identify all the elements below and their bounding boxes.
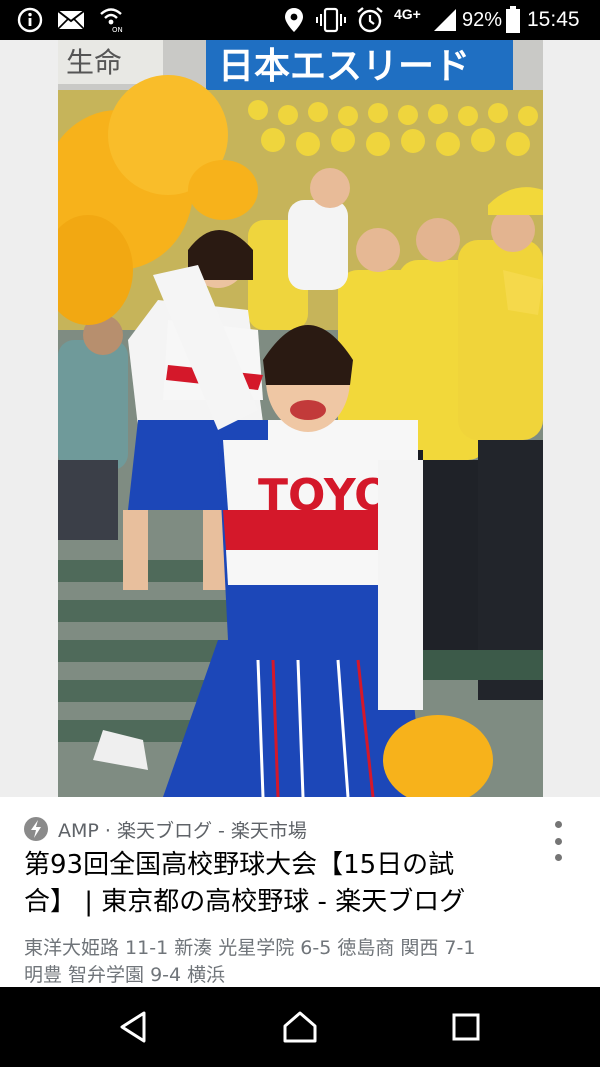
vibrate-icon bbox=[315, 0, 347, 40]
home-icon[interactable] bbox=[260, 987, 340, 1067]
amp-icon bbox=[24, 817, 48, 841]
battery-icon bbox=[504, 0, 522, 40]
info-icon bbox=[16, 0, 44, 40]
more-vert-icon[interactable] bbox=[546, 821, 570, 861]
image-result-area: 生命 日本エスリード TOYO bbox=[0, 40, 600, 797]
result-title-line1: 第93回全国高校野球大会【15日の試 bbox=[24, 850, 455, 880]
result-source[interactable]: AMP · 楽天ブログ - 楽天市場 bbox=[24, 815, 307, 843]
result-image[interactable]: 生命 日本エスリード TOYO bbox=[58, 40, 543, 797]
result-snippet-line1: 東洋大姫路 11-1 新湊 光星学院 6-5 徳島商 関西 7-1 bbox=[24, 937, 476, 959]
alarm-icon bbox=[356, 0, 384, 40]
search-result-card[interactable]: AMP · 楽天ブログ - 楽天市場 第93回全国高校野球大会【15日の試 合】… bbox=[0, 797, 600, 987]
result-title[interactable]: 第93回全国高校野球大会【15日の試 合】 | 東京都の高校野球 - 楽天ブログ bbox=[24, 847, 544, 921]
network-type: 4G+ bbox=[394, 6, 421, 22]
svg-text:ON: ON bbox=[112, 26, 123, 34]
back-icon[interactable] bbox=[94, 987, 174, 1067]
side-sign-text: 生命 bbox=[66, 46, 122, 79]
banner-text: 日本エスリード bbox=[218, 46, 470, 87]
battery-percent: 92% bbox=[462, 9, 503, 31]
signal-icon bbox=[432, 0, 458, 40]
status-bar: ON 4G+ 92% 15:45 bbox=[0, 0, 600, 40]
source-text: AMP · 楽天ブログ - 楽天市場 bbox=[58, 819, 307, 842]
result-snippet: 東洋大姫路 11-1 新湊 光星学院 6-5 徳島商 関西 7-1 明豊 智弁学… bbox=[24, 935, 564, 987]
location-icon bbox=[283, 0, 305, 40]
clock: 15:45 bbox=[527, 8, 580, 31]
recents-icon[interactable] bbox=[426, 987, 506, 1067]
wifi-calling-icon: ON bbox=[98, 0, 126, 40]
uniform-text: TOYO bbox=[258, 470, 392, 521]
result-title-line2: 合】 | 東京都の高校野球 - 楽天ブログ bbox=[24, 887, 466, 917]
navigation-bar bbox=[0, 987, 600, 1067]
mail-icon bbox=[56, 0, 86, 40]
result-snippet-line2: 明豊 智弁学園 9-4 横浜 bbox=[24, 964, 226, 986]
cheerleader-photo: 生命 日本エスリード TOYO bbox=[58, 40, 543, 797]
